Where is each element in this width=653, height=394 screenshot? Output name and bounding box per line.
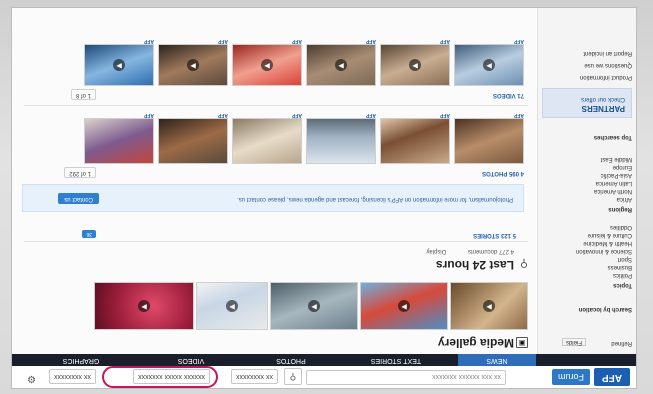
divider [24,241,528,242]
filter-chip-1[interactable]: xx xxxxxxxx [231,369,278,384]
videos-pager[interactable]: 1 of 8 [70,89,96,100]
video-source: AFP [514,38,524,44]
gear-icon[interactable]: ⚙ [27,373,36,384]
region-item[interactable]: Europe [613,164,632,170]
play-icon: ▶ [483,300,495,312]
sidebar: Refined Fields Search by location Topics… [537,8,636,354]
tab-text-stories[interactable]: TEXT STORIES [346,354,446,366]
gallery-thumb-4[interactable]: ▶ [196,282,268,330]
play-icon: ▶ [226,300,238,312]
gallery-icon: ▣ [516,337,528,348]
sidebar-refined-label: Refined [611,340,632,346]
play-icon: ▶ [261,59,273,71]
video-thumb[interactable]: ▶ [232,44,302,86]
photo-source: AFP [366,112,376,118]
gallery-thumb-5[interactable]: ▶ [94,282,194,330]
topic-item[interactable]: Health & Medicine [583,240,632,246]
gallery-thumb-2[interactable]: ▶ [360,282,448,330]
divider [24,105,528,106]
region-item[interactable]: North America [594,188,632,194]
topic-item[interactable]: Politics [613,272,632,278]
last-24-hours-title: Last 24 hours [435,258,514,272]
filter-chip-3[interactable]: xx xxxxxxxx [49,369,96,384]
banner-text: Photojournalism, for more information on… [237,196,513,202]
fields-select[interactable]: Fields [561,338,586,346]
video-thumb[interactable]: ▶ [306,44,376,86]
sidebar-topics-heading: Topics [613,282,632,288]
play-icon: ▶ [335,59,347,71]
photo-thumb[interactable] [380,118,450,164]
sidebar-top-searches[interactable]: Top searches [594,134,632,140]
report-incident-link[interactable]: Report an incident [583,50,632,56]
region-item[interactable]: Latin America [596,180,632,186]
play-icon: ▶ [113,59,125,71]
tab-news[interactable]: NEWS [458,354,536,366]
play-icon: ▶ [409,59,421,71]
sidebar-regions-heading: Regions [608,206,632,212]
display-filter[interactable]: Display [426,248,446,254]
info-banner: Photojournalism, for more information on… [22,184,524,212]
play-icon: ▶ [187,59,199,71]
photos-count[interactable]: 4 095 PHOTOS [482,170,524,176]
gallery-thumb-3[interactable]: ▶ [270,282,358,330]
video-source: AFP [144,38,154,44]
screen: AFP Forum xx xxx xxxxxx xxxxxxx ⚲ xx xxx… [12,8,636,388]
afp-logo[interactable]: AFP [594,368,630,386]
region-item[interactable]: Africa [617,196,632,202]
search-icon: ⚲ [519,257,528,269]
media-gallery-title: Media gallery [437,336,514,350]
product-info-link[interactable]: Product information [580,74,632,80]
questions-link[interactable]: Questions we use [584,62,632,68]
partners-box[interactable]: PARTNERS Check our offers [542,88,632,118]
video-source: AFP [292,38,302,44]
tab-graphics[interactable]: GRAPHICS [26,354,136,366]
topic-item[interactable]: Business [608,264,632,270]
play-icon: ▶ [398,300,410,312]
tab-videos[interactable]: VIDEOS [146,354,236,366]
documents-count: 4 277 documents [467,248,514,254]
partners-subtitle: Check our offers [581,96,625,102]
photos-pager[interactable]: 1 of 292 [64,167,96,178]
photo-thumb[interactable] [84,118,154,164]
topic-item[interactable]: Science & innovation [576,248,632,254]
photo-source: AFP [514,112,524,118]
play-icon: ▶ [308,300,320,312]
search-input[interactable]: xx xxx xxxxxx xxxxxxx [306,370,506,385]
video-thumb[interactable]: ▶ [158,44,228,86]
sidebar-search-by-location[interactable]: Search by location [579,306,632,312]
play-icon: ▶ [483,59,495,71]
video-source: AFP [366,38,376,44]
topic-item[interactable]: Culture & leisure [588,232,632,238]
photo-source: AFP [218,112,228,118]
topic-item[interactable]: Sport [618,256,632,262]
main-nav: NEWS TEXT STORIES PHOTOS VIDEOS GRAPHICS [12,354,636,366]
region-item[interactable]: Asia-Pacific [601,172,632,178]
photo-thumb[interactable] [158,118,228,164]
video-thumb[interactable]: ▶ [454,44,524,86]
photo-source: AFP [292,112,302,118]
photo-source: AFP [440,112,450,118]
top-bar: AFP Forum xx xxx xxxxxx xxxxxxx ⚲ xx xxx… [12,365,636,388]
highlight-ring [102,366,218,388]
gallery-thumb-1[interactable]: ▶ [450,282,528,330]
play-icon: ▶ [138,300,150,312]
search-icon[interactable]: ⚲ [284,368,302,385]
photo-source: AFP [144,112,154,118]
photo-thumb[interactable] [454,118,524,164]
region-item[interactable]: Middle East [601,156,632,162]
count-badge: 36 [82,230,96,238]
contact-button[interactable]: Contact us [58,193,99,204]
video-source: AFP [218,38,228,44]
video-thumb[interactable]: ▶ [84,44,154,86]
topic-item[interactable]: Oddities [610,224,632,230]
video-thumb[interactable]: ▶ [380,44,450,86]
videos-count[interactable]: 71 VIDEOS [493,92,524,98]
video-source: AFP [440,38,450,44]
tab-photos[interactable]: PHOTOS [246,354,336,366]
photo-thumb[interactable] [306,118,376,164]
forum-button[interactable]: Forum [551,369,590,385]
photo-thumb[interactable] [232,118,302,164]
partners-title: PARTNERS [581,104,625,113]
stories-count[interactable]: 5 123 STORIES [473,232,516,238]
